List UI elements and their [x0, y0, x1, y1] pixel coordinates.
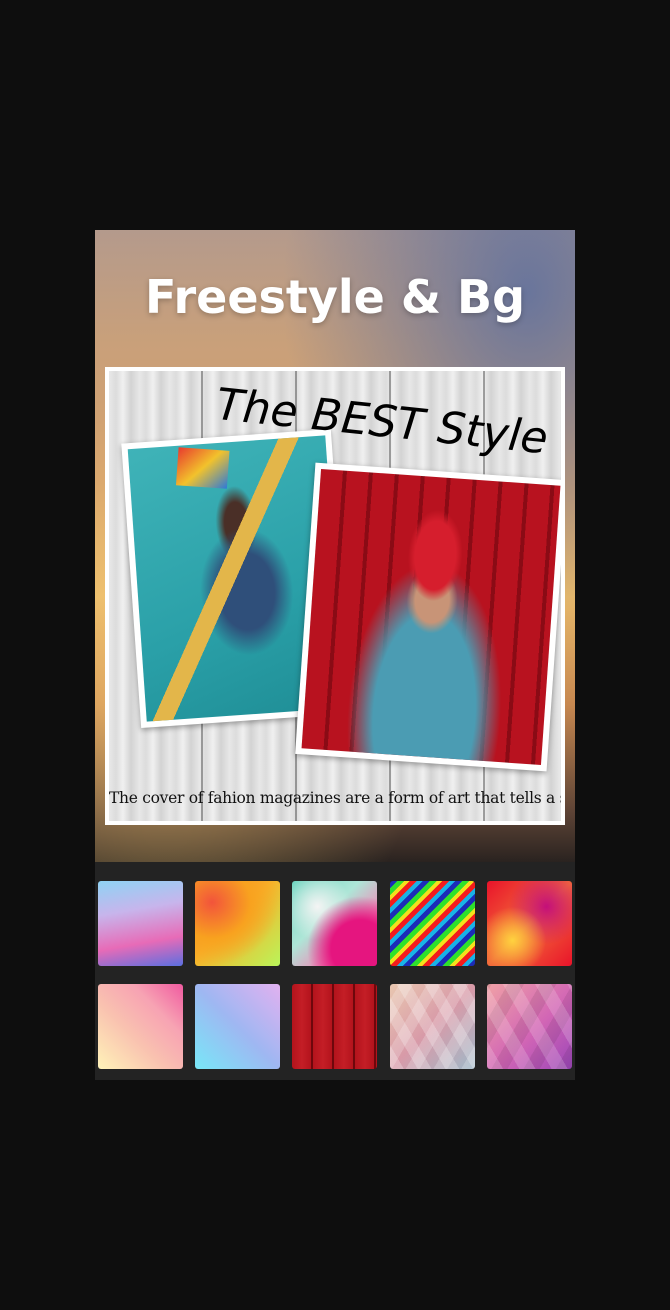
bg-swatch-neon-stripes[interactable]	[390, 881, 475, 966]
bg-swatch-gradient-cyan-lilac[interactable]	[195, 984, 280, 1069]
bg-swatch-gradient-blue-pink[interactable]	[98, 881, 183, 966]
collage-photo-right[interactable]	[295, 462, 561, 772]
bg-swatch-geometric-pastel[interactable]	[390, 984, 475, 1069]
hero-title: Freestyle & Bg	[144, 270, 526, 324]
cereal-box-image	[175, 447, 230, 490]
hero-banner: Freestyle & Bg The BEST Style The cover …	[95, 230, 575, 862]
bg-swatch-fluid-red-yellow[interactable]	[487, 881, 572, 966]
collage-caption-text[interactable]: The cover of fahion magazines are a form…	[109, 789, 561, 807]
promo-card: Freestyle & Bg The BEST Style The cover …	[95, 230, 575, 1080]
bg-swatch-gradient-cream-pink[interactable]	[98, 984, 183, 1069]
collage-preview[interactable]: The BEST Style The cover of fahion magaz…	[105, 367, 565, 825]
photo-girl-red-beanie	[301, 468, 561, 766]
bg-swatch-marble-teal-pink[interactable]	[292, 881, 377, 966]
bg-swatch-gradient-orange-lime[interactable]	[195, 881, 280, 966]
bg-swatch-red-wood-planks[interactable]	[292, 984, 377, 1069]
bg-swatch-geometric-magenta[interactable]	[487, 984, 572, 1069]
